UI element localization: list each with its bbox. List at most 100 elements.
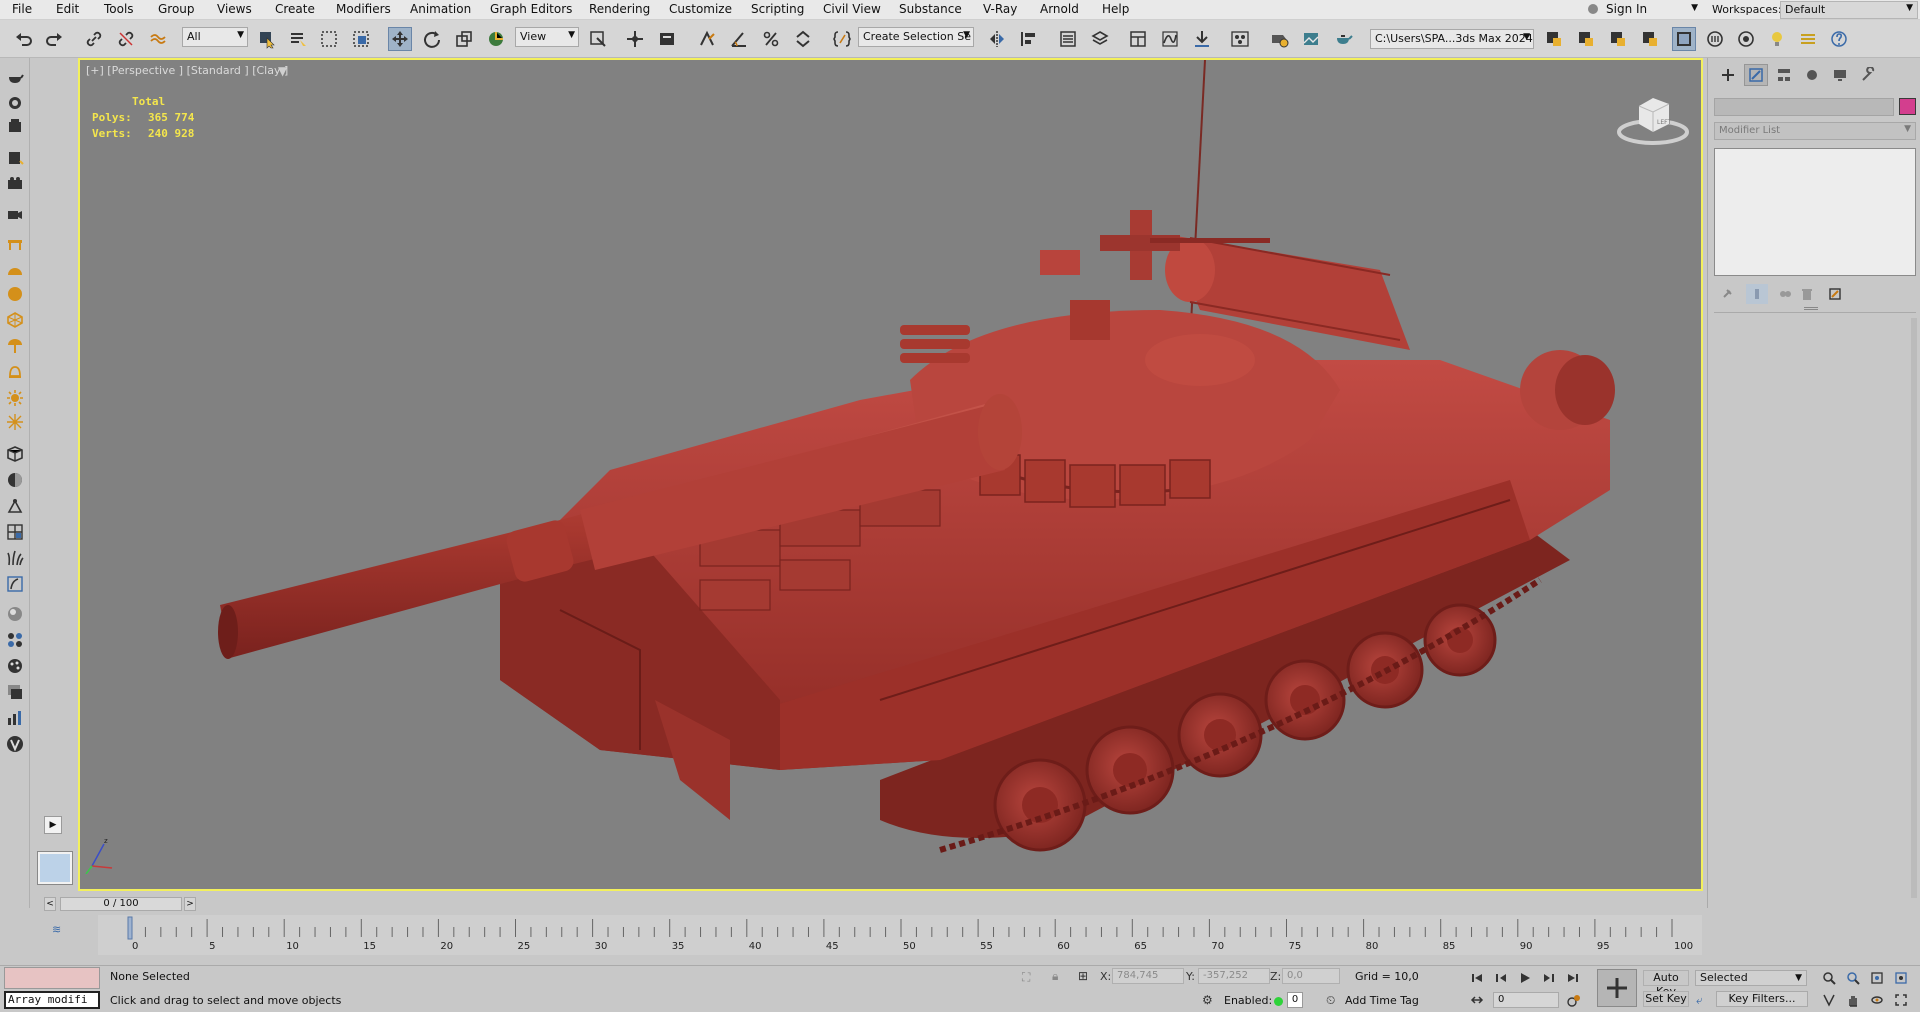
tool-2[interactable] bbox=[5, 92, 25, 112]
make-unique-button[interactable] bbox=[1774, 284, 1796, 304]
redo-button[interactable] bbox=[42, 27, 66, 51]
tool-10[interactable] bbox=[5, 310, 25, 330]
set-keys-button[interactable] bbox=[1597, 969, 1637, 1007]
modify-tab[interactable] bbox=[1744, 64, 1768, 86]
menu-scripting[interactable]: Scripting bbox=[751, 2, 804, 16]
material-editor-button[interactable] bbox=[1228, 27, 1252, 51]
rectangular-selection-button[interactable] bbox=[317, 27, 341, 51]
maxscript-output[interactable] bbox=[4, 967, 100, 989]
panel-grip[interactable] bbox=[1804, 307, 1818, 310]
modifier-list-dropdown[interactable]: Modifier List ▼ bbox=[1714, 122, 1916, 140]
default-in-out-tangents-icon[interactable]: ⤶ bbox=[1696, 993, 1703, 1008]
show-end-result-button[interactable] bbox=[1746, 284, 1768, 304]
viewport-navigation-toggle[interactable] bbox=[37, 851, 73, 885]
tool-13[interactable] bbox=[5, 388, 25, 408]
select-and-scale-button[interactable] bbox=[452, 27, 476, 51]
tool-5[interactable] bbox=[5, 174, 25, 194]
object-color-swatch[interactable] bbox=[1899, 98, 1916, 115]
render-production-button[interactable] bbox=[1331, 27, 1355, 51]
container-tool-2[interactable] bbox=[1574, 27, 1598, 51]
menu-help[interactable]: Help bbox=[1102, 2, 1129, 16]
toolbar-extra-1[interactable] bbox=[1703, 27, 1727, 51]
tool-9[interactable] bbox=[5, 284, 25, 304]
next-frame-button[interactable] bbox=[1540, 969, 1558, 987]
isolate-selection-icon[interactable]: ⛶ bbox=[1022, 970, 1030, 985]
menu-edit[interactable]: Edit bbox=[56, 2, 79, 16]
window-crossing-button[interactable] bbox=[349, 27, 373, 51]
align-button[interactable] bbox=[1017, 27, 1041, 51]
percent-snap-toggle[interactable] bbox=[759, 27, 783, 51]
set-key-button[interactable]: Set Key bbox=[1643, 991, 1689, 1007]
enabled-value[interactable]: 0 bbox=[1287, 992, 1303, 1008]
tool-11[interactable] bbox=[5, 336, 25, 356]
select-by-name-button[interactable] bbox=[286, 27, 310, 51]
scene-explorer-button[interactable] bbox=[1056, 27, 1080, 51]
filter-icon[interactable]: ▼ bbox=[278, 64, 287, 78]
expand-arrow-icon[interactable]: ▶ bbox=[44, 816, 62, 834]
teapot-tool[interactable] bbox=[5, 68, 25, 88]
menu-create[interactable]: Create bbox=[275, 2, 315, 16]
viewport-label-menu[interactable]: [+] [Perspective ] [Standard ] [Clay ] bbox=[86, 64, 288, 77]
keyboard-shortcut-toggle[interactable] bbox=[655, 27, 679, 51]
create-tab[interactable] bbox=[1716, 64, 1740, 86]
tool-15[interactable] bbox=[5, 444, 25, 464]
tool-23[interactable] bbox=[5, 656, 25, 676]
add-time-tag-button[interactable]: Add Time Tag bbox=[1345, 994, 1419, 1007]
project-folder-dropdown[interactable]: C:\Users\SPA...3ds Max 2024 ▼ bbox=[1370, 29, 1534, 49]
display-tab[interactable] bbox=[1828, 64, 1852, 86]
menu-arnold[interactable]: Arnold bbox=[1040, 2, 1079, 16]
render-setup-button[interactable] bbox=[1267, 27, 1291, 51]
auto-key-button[interactable]: Auto Key bbox=[1643, 970, 1689, 998]
bind-space-warp-button[interactable] bbox=[146, 27, 170, 51]
time-slider[interactable]: 0 / 100 bbox=[60, 897, 182, 911]
undo-button[interactable] bbox=[12, 27, 36, 51]
select-and-rotate-button[interactable] bbox=[420, 27, 444, 51]
toolbar-extra-3[interactable] bbox=[1765, 27, 1789, 51]
perspective-viewport[interactable]: [+] [Perspective ] [Standard ] [Clay ] ▼… bbox=[78, 58, 1703, 891]
viewcube[interactable]: LEFT bbox=[1615, 88, 1695, 148]
utilities-tab[interactable] bbox=[1856, 64, 1880, 86]
tool-12[interactable] bbox=[5, 362, 25, 382]
reference-coordinate-dropdown[interactable]: View ▼ bbox=[515, 27, 579, 47]
key-mode-dropdown[interactable]: Selected ▼ bbox=[1695, 970, 1807, 986]
container-tool-3[interactable] bbox=[1606, 27, 1630, 51]
tool-21[interactable] bbox=[5, 604, 25, 624]
menu-rendering[interactable]: Rendering bbox=[589, 2, 650, 16]
container-tool-1[interactable] bbox=[1542, 27, 1566, 51]
link-button[interactable] bbox=[82, 27, 106, 51]
rendered-frame-window-button[interactable] bbox=[1299, 27, 1323, 51]
curve-editor-mini-icon[interactable]: ≋ bbox=[52, 923, 61, 936]
tool-6[interactable] bbox=[5, 204, 25, 224]
menu-views[interactable]: Views bbox=[217, 2, 252, 16]
toolbar-extra-2[interactable] bbox=[1734, 27, 1758, 51]
place-button[interactable] bbox=[484, 27, 508, 51]
toggle-ribbon-button[interactable] bbox=[1126, 27, 1150, 51]
curve-editor-button[interactable] bbox=[1158, 27, 1182, 51]
maximize-viewport-button[interactable] bbox=[1892, 991, 1910, 1009]
orbit-button[interactable] bbox=[1868, 991, 1886, 1009]
select-object-button[interactable] bbox=[255, 27, 279, 51]
pivot-center-button[interactable] bbox=[586, 27, 610, 51]
menu-vray[interactable]: V-Ray bbox=[983, 2, 1017, 16]
spinner-snap-toggle[interactable] bbox=[791, 27, 815, 51]
tool-22[interactable] bbox=[5, 630, 25, 650]
tool-3[interactable] bbox=[5, 116, 25, 136]
current-frame-field[interactable]: 0 bbox=[1493, 992, 1559, 1008]
menu-animation[interactable]: Animation bbox=[410, 2, 471, 16]
remove-modifier-button[interactable] bbox=[1796, 284, 1818, 304]
tool-17[interactable] bbox=[5, 496, 25, 516]
previous-frame-button[interactable] bbox=[1492, 969, 1510, 987]
angle-snap-toggle[interactable] bbox=[727, 27, 751, 51]
viewport-layout-button[interactable] bbox=[1672, 27, 1696, 51]
unlink-button[interactable] bbox=[114, 27, 138, 51]
tool-16[interactable] bbox=[5, 470, 25, 490]
tool-20[interactable] bbox=[5, 574, 25, 594]
menu-file[interactable]: File bbox=[12, 2, 32, 16]
key-filters-button[interactable]: Key Filters... bbox=[1716, 991, 1808, 1007]
y-coordinate-field[interactable]: -357,252 bbox=[1198, 968, 1270, 984]
menu-tools[interactable]: Tools bbox=[104, 2, 134, 16]
time-configuration-button[interactable] bbox=[1565, 991, 1583, 1009]
mirror-button[interactable] bbox=[985, 27, 1009, 51]
snaps-toggle[interactable] bbox=[695, 27, 719, 51]
previous-frame-arrow-icon[interactable]: < bbox=[44, 897, 56, 911]
